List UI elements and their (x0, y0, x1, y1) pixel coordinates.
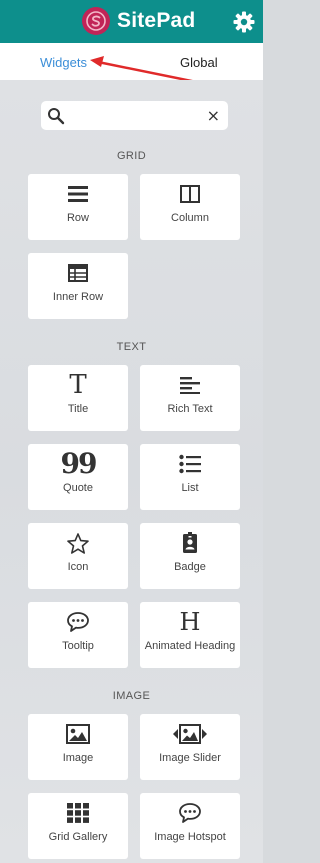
search-icon (48, 108, 65, 125)
title-icon: T (69, 370, 87, 400)
widget-image-slider[interactable]: Image Slider (140, 714, 240, 780)
app-title: SitePad (117, 9, 196, 32)
widget-label: Tooltip (62, 640, 94, 652)
search-box[interactable]: × (41, 101, 228, 130)
widget-grid-gallery[interactable]: Grid Gallery (28, 793, 128, 859)
hotspot-chat-icon (140, 802, 240, 824)
widget-icon[interactable]: Icon (28, 523, 128, 589)
column-icon (140, 183, 240, 205)
widget-rich-text[interactable]: Rich Text (140, 365, 240, 431)
tooltip-icon (28, 611, 128, 633)
widget-label: Animated Heading (144, 640, 236, 652)
widget-title[interactable]: T Title (28, 365, 128, 431)
widget-inner-row[interactable]: Inner Row (28, 253, 128, 319)
badge-icon (140, 532, 240, 554)
widget-label: Icon (67, 561, 89, 573)
widget-tooltip[interactable]: Tooltip (28, 602, 128, 668)
section-title-grid: GRID (116, 150, 147, 162)
widget-column[interactable]: Column (140, 174, 240, 240)
tab-widgets[interactable]: Widgets (40, 55, 87, 70)
widget-row[interactable]: Row (28, 174, 128, 240)
section-title-image: IMAGE (112, 690, 151, 702)
heading-icon: H (179, 608, 201, 636)
widget-badge[interactable]: Badge (140, 523, 240, 589)
image-slider-icon (140, 723, 240, 745)
widget-label: Grid Gallery (48, 831, 108, 843)
list-icon (140, 453, 240, 475)
widget-label: List (181, 482, 199, 494)
widget-list[interactable]: List (140, 444, 240, 510)
sitepad-logo-icon (82, 7, 110, 35)
quote-icon: 99 (60, 447, 98, 480)
row-icon (28, 183, 128, 205)
widget-label: Image Slider (159, 752, 221, 764)
clear-search-icon[interactable]: × (207, 106, 220, 125)
grid-gallery-icon (28, 802, 128, 824)
settings-gear-icon[interactable] (232, 10, 256, 34)
widget-label: Badge (174, 561, 206, 573)
widget-label: Title (67, 403, 89, 415)
image-icon (28, 723, 128, 745)
rich-text-icon (140, 374, 240, 396)
star-icon (28, 532, 128, 554)
widget-image-hotspot[interactable]: Image Hotspot (140, 793, 240, 859)
widget-quote[interactable]: 99 Quote (28, 444, 128, 510)
top-bar: SitePad (0, 0, 263, 43)
widget-label: Rich Text (167, 403, 213, 415)
widget-label: Row (66, 212, 89, 224)
widget-image[interactable]: Image (28, 714, 128, 780)
widget-label: Inner Row (52, 291, 104, 303)
inner-row-icon (28, 262, 128, 284)
section-title-text: TEXT (116, 341, 147, 353)
widget-label: Quote (63, 482, 93, 494)
widget-label: Image (62, 752, 94, 764)
widget-label: Column (171, 212, 209, 224)
widget-label: Image Hotspot (154, 831, 226, 843)
widget-animated-heading[interactable]: H Animated Heading (140, 602, 240, 668)
